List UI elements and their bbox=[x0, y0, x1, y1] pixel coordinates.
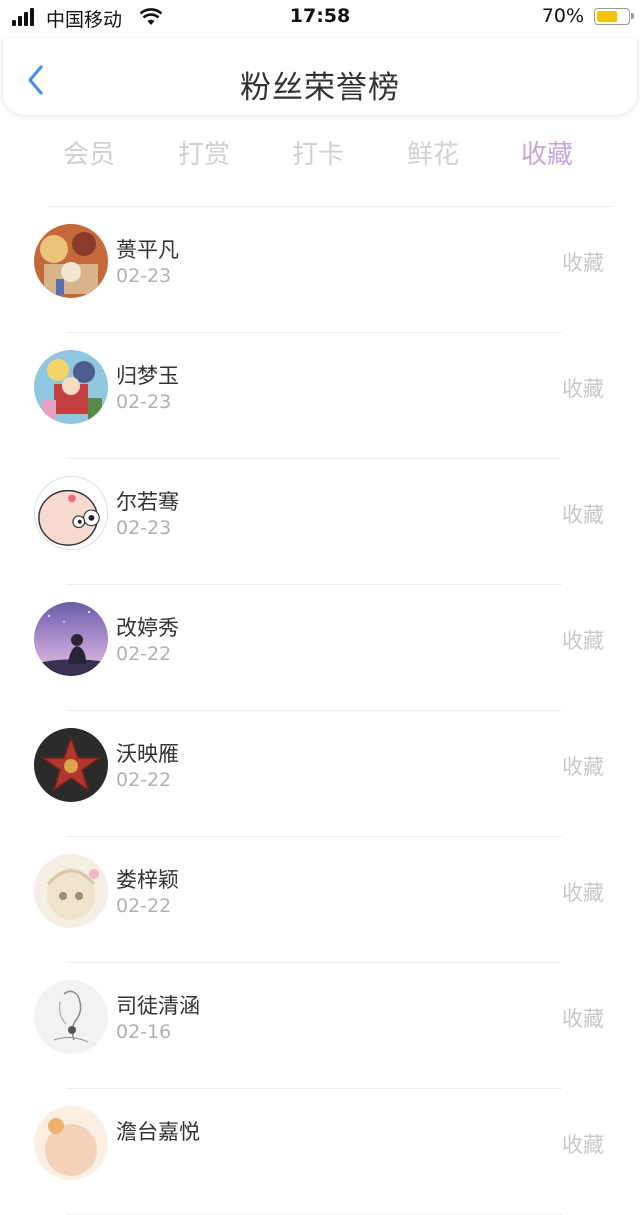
fan-date: 02-23 bbox=[116, 517, 172, 539]
favorite-label: 收藏 bbox=[562, 251, 604, 275]
list-item[interactable]: 改婷秀 02-22 收藏 bbox=[0, 585, 640, 711]
fan-date: 02-16 bbox=[116, 1021, 172, 1043]
nav-bar: 粉丝荣誉榜 bbox=[2, 38, 638, 116]
list-item[interactable]: 沃映雁 02-22 收藏 bbox=[0, 711, 640, 837]
tab-checkin[interactable]: 打卡 bbox=[278, 134, 358, 171]
avatar bbox=[34, 476, 108, 550]
avatar bbox=[34, 350, 108, 424]
favorite-label: 收藏 bbox=[562, 629, 604, 653]
page-title: 粉丝荣誉榜 bbox=[240, 70, 400, 106]
favorite-label: 收藏 bbox=[562, 377, 604, 401]
fan-name: 归梦玉 bbox=[116, 364, 179, 388]
list-item[interactable]: 归梦玉 02-23 收藏 bbox=[0, 333, 640, 459]
fan-date: 02-23 bbox=[116, 265, 172, 287]
favorite-label: 收藏 bbox=[562, 881, 604, 905]
favorite-label: 收藏 bbox=[562, 503, 604, 527]
avatar bbox=[34, 1106, 108, 1180]
avatar bbox=[34, 980, 108, 1054]
tab-membership[interactable]: 会员 bbox=[49, 134, 129, 171]
avatar bbox=[34, 854, 108, 928]
fan-name: 澹台嘉悦 bbox=[116, 1120, 200, 1144]
avatar bbox=[34, 224, 108, 298]
fan-date: 02-23 bbox=[116, 391, 172, 413]
fan-date: 02-22 bbox=[116, 895, 172, 917]
battery-icon bbox=[594, 8, 634, 25]
favorite-label: 收藏 bbox=[562, 1007, 604, 1031]
tab-flowers[interactable]: 鲜花 bbox=[393, 134, 473, 171]
tab-bar: 会员 打赏 打卡 鲜花 收藏 bbox=[0, 128, 640, 178]
favorite-label: 收藏 bbox=[562, 755, 604, 779]
fan-date: 02-22 bbox=[116, 769, 172, 791]
list-item[interactable]: 蒉平凡 02-23 收藏 bbox=[0, 207, 640, 333]
fan-name: 改婷秀 bbox=[116, 616, 179, 640]
tab-reward[interactable]: 打赏 bbox=[164, 134, 244, 171]
avatar bbox=[34, 602, 108, 676]
status-bar: 中国移动 17:58 70% bbox=[0, 0, 640, 36]
fan-name: 尔若骞 bbox=[116, 490, 179, 514]
fan-name: 司徒清涵 bbox=[116, 994, 200, 1018]
avatar bbox=[34, 728, 108, 802]
list-item[interactable]: 司徒清涵 02-16 收藏 bbox=[0, 963, 640, 1089]
list-item[interactable]: 澹台嘉悦 收藏 bbox=[0, 1089, 640, 1215]
fan-date: 02-22 bbox=[116, 643, 172, 665]
fan-name: 娄梓颖 bbox=[116, 868, 179, 892]
battery-percent: 70% bbox=[541, 5, 584, 27]
list-item[interactable]: 娄梓颖 02-22 收藏 bbox=[0, 837, 640, 963]
favorite-label: 收藏 bbox=[562, 1133, 604, 1157]
list-item[interactable]: 尔若骞 02-23 收藏 bbox=[0, 459, 640, 585]
fan-name: 蒉平凡 bbox=[116, 238, 179, 262]
fan-list: 蒉平凡 02-23 收藏 归梦玉 02-23 收藏 尔若骞 02-23 收藏 改… bbox=[0, 207, 640, 1215]
tab-favorites[interactable]: 收藏 bbox=[507, 134, 587, 171]
fan-name: 沃映雁 bbox=[116, 742, 179, 766]
